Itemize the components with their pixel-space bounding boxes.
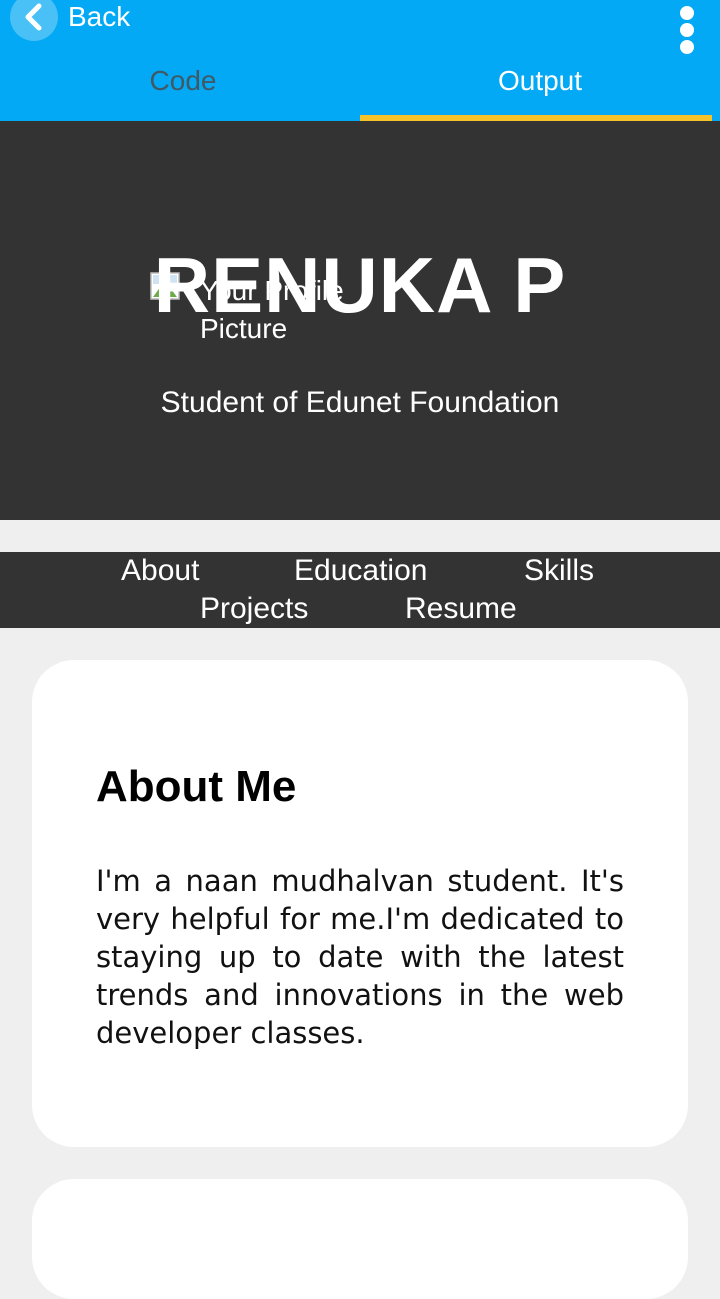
- section-nav: About Education Skills Projects Resume: [0, 552, 720, 628]
- more-options-icon[interactable]: [676, 6, 698, 54]
- nav-about[interactable]: About: [121, 552, 199, 590]
- about-text: I'm a naan mudhalvan student. It's very …: [96, 864, 624, 1050]
- nav-skills[interactable]: Skills: [524, 552, 594, 590]
- app-bar: Back Code Output: [0, 0, 720, 121]
- profile-name: RENUKA P: [153, 241, 567, 329]
- nav-projects[interactable]: Projects: [200, 590, 308, 628]
- nav-resume[interactable]: Resume: [405, 590, 517, 628]
- back-label: Back: [68, 1, 131, 32]
- nav-education[interactable]: Education: [294, 552, 427, 590]
- about-card: About Me I'm a naan mudhalvan student. I…: [32, 660, 688, 1147]
- back-arrow-icon: [10, 0, 58, 41]
- profile-subtitle: Student of Edunet Foundation: [160, 386, 560, 419]
- next-section-card: [32, 1179, 688, 1299]
- tab-code[interactable]: Code: [3, 58, 363, 121]
- back-button[interactable]: Back: [10, 0, 131, 41]
- tab-output[interactable]: Output: [360, 58, 720, 121]
- about-title: About Me: [96, 762, 297, 811]
